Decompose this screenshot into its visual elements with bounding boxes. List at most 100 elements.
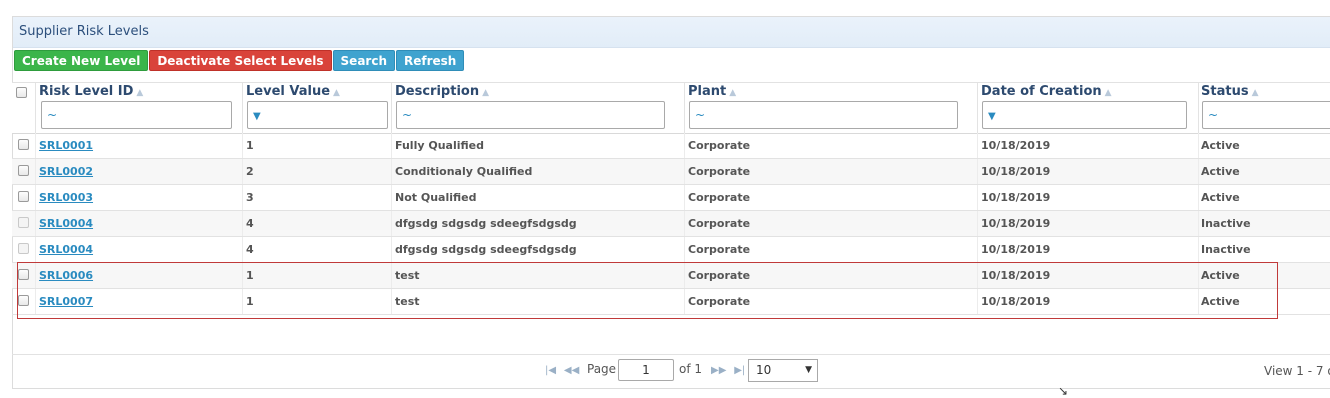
cell-divider: [684, 133, 685, 158]
cell-divider: [35, 237, 36, 262]
column-label: Level Value: [246, 84, 331, 99]
last-page-icon[interactable]: ▶|: [734, 365, 745, 376]
cell-risk-level-id[interactable]: SRL0004: [39, 237, 93, 262]
funnel-icon: ▼: [988, 111, 996, 122]
panel-title: Supplier Risk Levels: [13, 17, 1330, 48]
sort-icon: ▲: [1251, 88, 1259, 98]
cell-divider: [391, 237, 392, 262]
select-all-checkbox[interactable]: [16, 87, 27, 98]
cell-divider: [684, 237, 685, 262]
filter-operator: ~: [47, 108, 58, 122]
cell-risk-level-id[interactable]: SRL0002: [39, 159, 93, 184]
row-checkbox[interactable]: [18, 295, 29, 306]
sort-icon: ▲: [482, 88, 490, 98]
cell-date-of-creation: 10/18/2019: [981, 269, 1051, 282]
column-header-level-value[interactable]: Level Value ▲: [246, 83, 340, 101]
table-row[interactable]: SRL0003 3 Not Qualified Corporate 10/18/2019…: [12, 185, 1330, 211]
cell-status: Active: [1201, 139, 1240, 152]
column-header-description[interactable]: Description ▲: [395, 83, 489, 101]
column-header-status[interactable]: Status ▲: [1201, 83, 1258, 101]
cell-divider: [391, 211, 392, 236]
cell-description: dfgsdg sdgsdg sdeegfsdgsdg: [395, 243, 577, 256]
create-new-level-button[interactable]: Create New Level: [14, 50, 149, 71]
grid-header: Risk Level ID ▲ Level Value ▲ Description ▲…: [12, 82, 1330, 134]
cell-date-of-creation: 10/18/2019: [981, 139, 1051, 152]
cell-divider: [977, 133, 978, 158]
table-row[interactable]: SRL0004 4 dfgsdg sdgsdg sdeegfsdgsdg Corpor…: [12, 237, 1330, 263]
page-number-input[interactable]: 1: [618, 359, 674, 381]
cell-risk-level-id[interactable]: SRL0007: [39, 289, 93, 314]
next-page-icon[interactable]: ▶▶: [711, 365, 726, 376]
cell-divider: [391, 159, 392, 184]
page-size-select[interactable]: 10 ▼: [748, 359, 818, 382]
cell-description: Fully Qualified: [395, 139, 484, 152]
cell-status: Active: [1201, 269, 1240, 282]
search-button[interactable]: Search: [332, 50, 395, 71]
table-row[interactable]: SRL0002 2 Conditionaly Qualified Corporate 1…: [12, 159, 1330, 185]
cell-status: Active: [1201, 191, 1240, 204]
status-filter-input[interactable]: ~: [1202, 101, 1330, 129]
cell-date-of-creation: 10/18/2019: [981, 217, 1051, 230]
pager-first-prev: |◀ ◀◀: [545, 362, 579, 392]
cell-plant: Corporate: [688, 217, 751, 230]
cell-status: Active: [1201, 165, 1240, 178]
row-checkbox[interactable]: [18, 191, 29, 202]
first-page-icon[interactable]: |◀: [545, 365, 556, 376]
page-label: Page: [587, 362, 617, 376]
sort-icon: ▲: [333, 88, 340, 98]
cell-divider: [391, 133, 392, 158]
cell-divider: [242, 289, 243, 314]
cell-date-of-creation: 10/18/2019: [981, 165, 1051, 178]
cell-divider: [391, 185, 392, 210]
cell-divider: [684, 185, 685, 210]
prev-page-icon[interactable]: ◀◀: [564, 365, 579, 376]
column-header-risk-level-id[interactable]: Risk Level ID ▲: [39, 83, 143, 101]
col-divider: [242, 83, 243, 133]
col-divider: [684, 83, 685, 133]
cell-risk-level-id[interactable]: SRL0001: [39, 133, 93, 158]
cell-divider: [242, 185, 243, 210]
cell-plant: Corporate: [688, 165, 751, 178]
cell-risk-level-id[interactable]: SRL0004: [39, 211, 93, 236]
cell-risk-level-id[interactable]: SRL0003: [39, 185, 93, 210]
pager-next-last: ▶▶ ▶|: [711, 362, 745, 392]
column-label: Plant: [688, 84, 727, 99]
pager-divider: [12, 354, 1330, 355]
cell-divider: [977, 263, 978, 288]
refresh-button[interactable]: Refresh: [395, 50, 465, 71]
deactivate-select-levels-button[interactable]: Deactivate Select Levels: [149, 50, 332, 71]
cell-divider: [242, 133, 243, 158]
cell-level-value: 1: [246, 295, 254, 308]
description-filter-input[interactable]: ~: [396, 101, 665, 129]
column-label: Description: [395, 84, 480, 99]
row-checkbox: [18, 217, 29, 228]
cell-status: Inactive: [1201, 243, 1251, 256]
filter-operator: ~: [402, 108, 413, 122]
cell-divider: [1198, 185, 1199, 210]
table-row[interactable]: SRL0007 1 test Corporate 10/18/2019 Active: [12, 289, 1330, 315]
cell-risk-level-id[interactable]: SRL0006: [39, 263, 93, 288]
risk-level-id-filter-input[interactable]: ~: [41, 101, 232, 129]
row-checkbox: [18, 243, 29, 254]
cell-plant: Corporate: [688, 269, 751, 282]
funnel-icon: ▼: [253, 111, 261, 122]
chevron-down-icon: ▼: [805, 365, 812, 375]
row-checkbox[interactable]: [18, 269, 29, 280]
column-header-plant[interactable]: Plant ▲: [688, 83, 736, 101]
date-of-creation-filter-input[interactable]: ▼: [982, 101, 1187, 129]
cell-divider: [1198, 159, 1199, 184]
plant-filter-input[interactable]: ~: [689, 101, 958, 129]
table-row[interactable]: SRL0006 1 test Corporate 10/18/2019 Active: [12, 263, 1330, 289]
cell-divider: [242, 263, 243, 288]
cell-divider: [1198, 237, 1199, 262]
cell-description: Not Qualified: [395, 191, 477, 204]
column-label: Risk Level ID: [39, 84, 134, 99]
col-divider: [977, 83, 978, 133]
table-row[interactable]: SRL0001 1 Fully Qualified Corporate 10/18/20…: [12, 133, 1330, 159]
row-checkbox[interactable]: [18, 165, 29, 176]
row-checkbox[interactable]: [18, 139, 29, 150]
cell-divider: [684, 211, 685, 236]
level-value-filter-input[interactable]: ▼: [247, 101, 388, 129]
column-header-date-of-creation[interactable]: Date of Creation ▲: [981, 83, 1112, 101]
table-row[interactable]: SRL0004 4 dfgsdg sdgsdg sdeegfsdgsdg Corpor…: [12, 211, 1330, 237]
